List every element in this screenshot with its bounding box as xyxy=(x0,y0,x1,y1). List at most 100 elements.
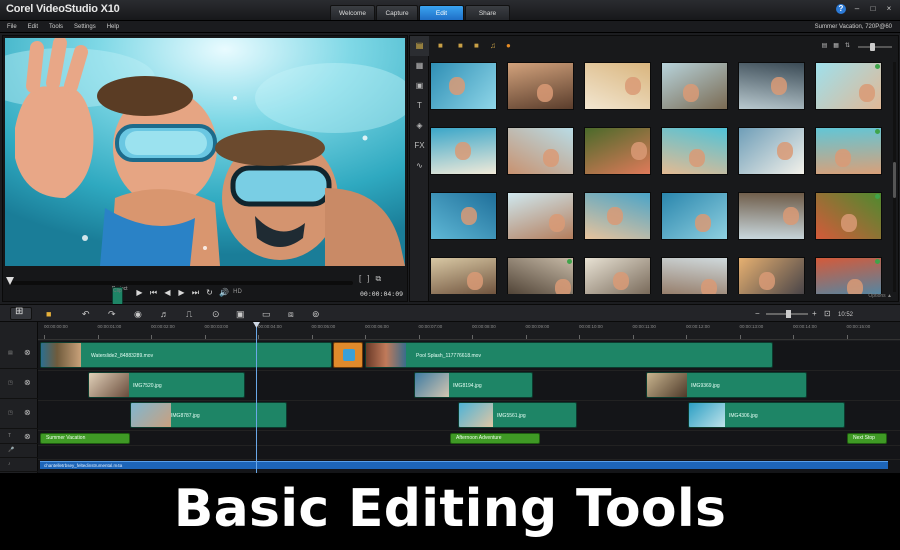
project-clip-toggle[interactable]: Project Clip xyxy=(112,286,128,313)
split-screen-icon[interactable]: ⧈ xyxy=(288,307,294,321)
timeline-playhead[interactable] xyxy=(256,322,257,473)
menu-help[interactable]: Help xyxy=(107,21,119,33)
media-thumbnail[interactable] xyxy=(661,127,728,175)
video-preview[interactable] xyxy=(5,38,405,266)
menu-file[interactable]: File xyxy=(7,21,17,33)
media-thumbnail[interactable] xyxy=(738,257,805,294)
thumbnail-view-icon[interactable]: ▦ xyxy=(833,42,839,49)
go-end-icon[interactable]: ⏭ xyxy=(191,288,200,298)
menu-settings[interactable]: Settings xyxy=(74,21,96,33)
preview-scrubber[interactable] xyxy=(6,277,353,285)
overlay-clip[interactable]: IMG4306.jpg xyxy=(688,402,845,428)
library-scrollbar[interactable] xyxy=(893,62,896,292)
auto-music-icon[interactable]: ⎍ xyxy=(186,307,192,321)
media-thumbnail[interactable] xyxy=(815,127,882,175)
track-manager-icon[interactable]: ■ xyxy=(46,307,51,321)
minimize-icon[interactable]: – xyxy=(852,4,862,14)
undo-icon[interactable]: ↶ xyxy=(82,307,90,321)
media-thumbnail[interactable] xyxy=(661,257,728,294)
menu-edit[interactable]: Edit xyxy=(28,21,38,33)
media-thumbnail[interactable] xyxy=(507,62,574,110)
scroll-thumb[interactable] xyxy=(893,162,896,198)
mark-in-icon[interactable]: [ xyxy=(359,274,361,284)
overlay-clip[interactable]: IMG9369.jpg xyxy=(646,372,807,398)
maximize-icon[interactable]: □ xyxy=(868,4,878,14)
media-thumbnail[interactable] xyxy=(507,127,574,175)
go-start-icon[interactable]: ⏮ xyxy=(149,288,158,298)
title-track-header[interactable]: T ⊗ xyxy=(0,430,38,444)
media-thumbnail[interactable] xyxy=(584,127,651,175)
music-track-header[interactable]: ♪ xyxy=(0,458,38,472)
path-icon[interactable]: ∿ xyxy=(410,156,429,176)
media-thumbnail[interactable] xyxy=(430,192,497,240)
scrubber-handle[interactable] xyxy=(6,277,14,285)
play-icon[interactable]: ▶ xyxy=(135,288,144,298)
tab-share[interactable]: Share xyxy=(465,5,510,20)
media-thumbnail[interactable] xyxy=(661,192,728,240)
record-capture-icon[interactable]: ◉ xyxy=(134,307,142,321)
video-clip[interactable]: Pool Splash_117776618.mov xyxy=(365,342,773,368)
media-thumbnail[interactable] xyxy=(738,127,805,175)
mask-creator-icon[interactable]: ⊚ xyxy=(312,307,320,321)
repeat-icon[interactable]: ↻ xyxy=(205,288,214,298)
help-icon[interactable]: ? xyxy=(836,4,846,14)
timeline-zoom-slider[interactable] xyxy=(766,310,808,318)
hd-preview-toggle[interactable]: HD xyxy=(233,288,242,298)
add-folder-icon[interactable]: ■ xyxy=(438,41,443,50)
music-clip[interactable]: chantelletrbsey_feltedinstrumental.m4a xyxy=(40,461,888,469)
photo-folder-icon[interactable]: ■ xyxy=(474,41,479,50)
media-thumbnail[interactable] xyxy=(738,192,805,240)
volume-icon[interactable]: 🔊 xyxy=(219,288,229,298)
zoom-out-icon[interactable]: − xyxy=(755,307,760,321)
media-thumbnail[interactable] xyxy=(430,62,497,110)
timeline-ruler[interactable]: 00:00:00:00 00:00:01:00 00:00:02:00 00:00:0… xyxy=(38,322,900,340)
overlay-1-visibility-icon[interactable]: ⊗ xyxy=(24,378,31,387)
tab-edit[interactable]: Edit xyxy=(419,5,464,20)
redo-icon[interactable]: ↷ xyxy=(108,307,116,321)
thumbnail-size-slider[interactable] xyxy=(858,43,892,51)
overlay-track-1-header[interactable]: ◳ ⊗ xyxy=(0,370,38,399)
mark-out-icon[interactable]: ] xyxy=(367,274,369,284)
media-icon[interactable]: ▤ xyxy=(410,36,429,56)
media-thumbnail[interactable] xyxy=(815,192,882,240)
tab-welcome[interactable]: Welcome xyxy=(330,5,375,20)
next-frame-icon[interactable]: ▶ xyxy=(177,288,186,298)
sound-mixer-icon[interactable]: ♬ xyxy=(160,307,169,321)
video-track-visibility-icon[interactable]: ⊗ xyxy=(24,348,31,357)
media-thumbnail[interactable] xyxy=(507,192,574,240)
title-clip[interactable]: Next Stop xyxy=(847,433,887,444)
timeline-view-icon[interactable]: ⊞ xyxy=(15,305,23,319)
media-thumbnail[interactable] xyxy=(430,257,497,294)
overlay-clip[interactable]: IMG7520.jpg xyxy=(88,372,245,398)
prev-frame-icon[interactable]: ◀ xyxy=(163,288,172,298)
graphic-icon[interactable]: ◈ xyxy=(410,116,429,136)
online-media-icon[interactable]: ● xyxy=(506,41,511,50)
close-icon[interactable]: × xyxy=(884,4,894,14)
video-folder-icon[interactable]: ■ xyxy=(458,41,463,50)
title-clip[interactable]: Summer Vacation xyxy=(40,433,130,444)
motion-tracking-icon[interactable]: ⊙ xyxy=(212,307,220,321)
zoom-in-icon[interactable]: + xyxy=(812,307,817,321)
media-thumbnail[interactable] xyxy=(815,257,882,294)
overlay-track-2-header[interactable]: ◳ ⊗ xyxy=(0,400,38,429)
instant-project-icon[interactable]: ▦ xyxy=(410,56,429,76)
title-visibility-icon[interactable]: ⊗ xyxy=(24,432,31,441)
overlay-2-visibility-icon[interactable]: ⊗ xyxy=(24,408,31,417)
timecode-display[interactable]: 00:00:04:09 xyxy=(360,290,403,298)
media-thumbnail[interactable] xyxy=(430,127,497,175)
media-thumbnail[interactable] xyxy=(584,192,651,240)
transition-icon[interactable]: ▣ xyxy=(410,76,429,96)
menu-tools[interactable]: Tools xyxy=(49,21,63,33)
media-thumbnail[interactable] xyxy=(661,62,728,110)
video-track-header[interactable]: ▤ ⊗ xyxy=(0,340,38,369)
options-button[interactable]: Options ▲ xyxy=(868,293,892,299)
multi-camera-icon[interactable]: ▭ xyxy=(262,307,271,321)
transition-clip[interactable] xyxy=(333,342,363,368)
tab-capture[interactable]: Capture xyxy=(376,5,418,20)
overlay-clip[interactable]: IMG8194.jpg xyxy=(414,372,533,398)
title-clip[interactable]: Afternoon Adventure xyxy=(450,433,540,444)
title-icon[interactable]: T xyxy=(410,96,429,116)
subtitle-editor-icon[interactable]: ▣ xyxy=(236,307,245,321)
sort-icon[interactable]: ⇅ xyxy=(845,42,850,49)
media-thumbnail[interactable] xyxy=(507,257,574,294)
